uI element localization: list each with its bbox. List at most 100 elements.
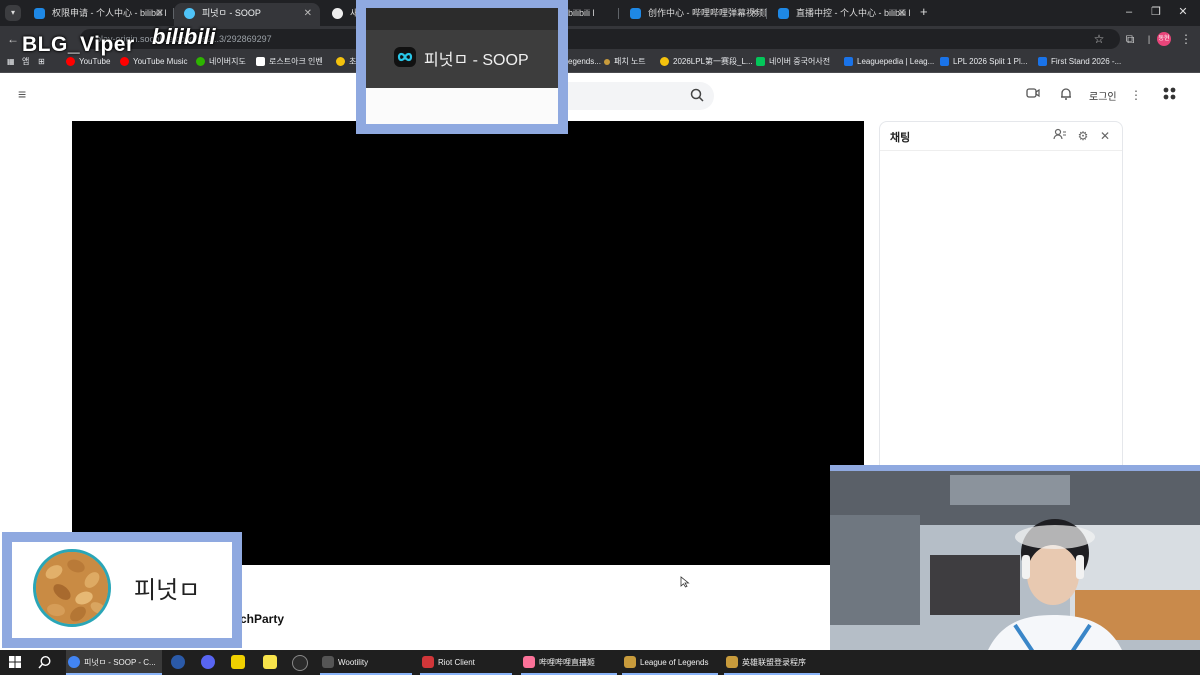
tab-bilibili-live[interactable]: 直播中控 - 个人中心 - bilibili l ✕ <box>768 3 914 26</box>
back-arrow-icon[interactable]: ← <box>4 26 22 52</box>
bookmark-partial[interactable]: 초 <box>336 52 356 72</box>
chrome-favicon-icon <box>332 8 343 19</box>
bookmark-lpl-2026[interactable]: LPL 2026 Split 1 Pl... <box>940 52 1027 72</box>
chat-close-icon[interactable]: ✕ <box>1097 128 1113 144</box>
bookmark-legends[interactable]: egends... <box>568 52 601 72</box>
bilibili-watermark-logo: bilibili <box>152 24 216 49</box>
bookmark-first-stand[interactable]: First Stand 2026 -... <box>1038 52 1121 72</box>
leaguepedia-icon <box>1038 57 1047 67</box>
more-vertical-icon[interactable]: ⋮ <box>1128 87 1144 103</box>
bookmark-patch-notes[interactable]: 패치 노트 <box>604 52 646 72</box>
taskbar-app-label: League of Legends <box>640 658 709 667</box>
taskbar-sticky-notes-icon[interactable] <box>263 655 277 669</box>
taskbar-app-wootility[interactable]: Wootility <box>320 650 412 675</box>
address-bar[interactable]: play-origin.sooplive.co.kr/ss2...3/29286… <box>80 29 1120 49</box>
tab-title: bilibili l <box>568 8 595 18</box>
close-window-button[interactable]: ✕ <box>1170 3 1196 21</box>
bookmark-label: 네이버 중국어사전 <box>769 57 831 66</box>
tab-soop[interactable]: 피넛ㅁ - SOOP ✕ <box>174 3 320 26</box>
taskbar-app-league-of-legends[interactable]: League of Legends <box>622 650 718 675</box>
lol-icon <box>604 58 610 65</box>
tab-title: 创作中心 - 哔哩哔哩弹幕视频网 <box>648 8 766 18</box>
tab-divider <box>618 8 619 19</box>
windows-start-icon[interactable] <box>9 656 21 668</box>
apps-grid-icon[interactable] <box>1161 87 1177 103</box>
tab-title: 直播中控 - 个人中心 - bilibili l <box>796 8 911 18</box>
search-icon[interactable] <box>690 88 706 104</box>
league-of-legends-icon <box>624 656 636 668</box>
close-tab-icon[interactable]: ✕ <box>750 3 758 24</box>
tab-bilibili-permission[interactable]: 权限申请 - 个人中心 - bilibili l ✕ <box>24 3 172 26</box>
league-launcher-icon <box>726 656 738 668</box>
naver-map-icon <box>196 57 205 67</box>
login-button[interactable]: 로그인 <box>1089 88 1117 103</box>
tab-search-button[interactable]: ▾ <box>5 5 21 21</box>
taskbar-discord-icon[interactable] <box>201 655 215 669</box>
bookmark-star-icon[interactable]: ☆ <box>1090 26 1108 52</box>
inven-icon <box>256 57 265 67</box>
bookmark-label: 로스트아크 인벤 <box>269 57 323 66</box>
stream-title: chParty <box>240 612 285 626</box>
tab-bilibili-creator[interactable]: 创作中心 - 哔哩哔哩弹幕视频网 ✕ <box>620 3 766 26</box>
notification-bell-icon[interactable] <box>1058 87 1074 103</box>
bookmark-label: First Stand 2026 -... <box>1051 57 1122 66</box>
webcam-border <box>830 465 1200 471</box>
hamburger-menu-icon[interactable]: ≡ <box>18 86 34 102</box>
logo-overlay-strip <box>366 8 558 30</box>
bookmark-label: egends... <box>568 57 601 66</box>
taskbar-app-label: 英雄联盟登录程序 <box>742 658 806 667</box>
taskbar-folder-icon[interactable] <box>231 655 245 669</box>
taskbar-app-bilibili-live[interactable]: 哔哩哔哩直播姬 <box>521 650 617 675</box>
tab-title: 权限申请 - 个人中心 - bilibili l <box>52 8 167 18</box>
bookmark-label: 패치 노트 <box>614 57 646 66</box>
webcam-feed <box>830 465 1200 675</box>
minimize-button[interactable]: – <box>1116 3 1142 21</box>
youtube-music-icon <box>120 57 129 67</box>
bookmark-label: YouTube Music <box>133 57 188 66</box>
soop-favicon-icon <box>184 8 195 19</box>
taskbar-vivaldi-icon[interactable] <box>171 655 185 669</box>
taskbar-app-lol-launcher[interactable]: 英雄联盟登录程序 <box>724 650 820 675</box>
taskbar-search-icon[interactable] <box>38 655 52 669</box>
youtube-icon <box>66 57 75 67</box>
broadcast-camera-icon[interactable] <box>1025 87 1041 103</box>
bilibili-favicon-icon <box>630 8 641 19</box>
chrome-icon <box>68 656 80 668</box>
extensions-icon[interactable]: ⧉ <box>1121 26 1139 52</box>
taskbar-app-label: Wootility <box>338 658 369 667</box>
tab-new-tab[interactable]: 새 탭 <box>322 3 358 26</box>
streamer-name: 피넛ㅁ <box>134 577 201 604</box>
peanut-avatar-image <box>33 549 111 627</box>
soop-logo-icon <box>394 47 416 67</box>
bookmark-naver-map[interactable]: 네이버지도 <box>196 52 246 72</box>
bookmark-label: 앱 <box>22 57 30 66</box>
close-tab-icon[interactable]: ✕ <box>156 3 164 24</box>
taskbar-app-label: 피넛ㅁ - SOOP - C... <box>84 658 156 667</box>
close-tab-icon[interactable]: ✕ <box>898 3 906 24</box>
apps-grid-icon[interactable]: ▦ <box>7 52 15 72</box>
maximize-button[interactable]: ❐ <box>1143 3 1169 21</box>
lpl-icon <box>660 57 669 67</box>
bookmark-favicon-icon <box>336 57 345 67</box>
taskbar-app-riot-client[interactable]: Riot Client <box>420 650 512 675</box>
chat-panel <box>879 121 1123 481</box>
sidebar-icon[interactable]: | <box>1140 26 1158 52</box>
profile-avatar[interactable]: 동현 <box>1157 32 1171 46</box>
close-tab-icon[interactable]: ✕ <box>304 3 312 24</box>
new-tab-button[interactable]: + <box>920 4 928 19</box>
taskbar-obs-icon[interactable] <box>292 655 308 671</box>
bookmark-naver-chinese-dict[interactable]: 네이버 중국어사전 <box>756 52 830 72</box>
wootility-icon <box>322 656 334 668</box>
chat-settings-gear-icon[interactable]: ⚙ <box>1075 128 1091 144</box>
chat-users-icon[interactable] <box>1052 128 1068 144</box>
leaguepedia-icon <box>940 57 949 67</box>
taskbar-app-chrome[interactable]: 피넛ㅁ - SOOP - C... <box>66 650 162 675</box>
logo-overlay-title: 피넛ㅁ - SOOP <box>424 52 529 69</box>
bookmark-lpl-stage[interactable]: 2026LPL第一赛段_L... <box>660 52 753 72</box>
bookmark-lostark-inven[interactable]: 로스트아크 인벤 <box>256 52 323 72</box>
bookmark-leaguepedia[interactable]: Leaguepedia | Leag... <box>844 52 934 72</box>
riot-client-icon <box>422 656 434 668</box>
menu-kebab-icon[interactable]: ⋮ <box>1177 26 1195 52</box>
bookmark-label: 네이버지도 <box>209 57 246 66</box>
video-player[interactable] <box>72 121 864 565</box>
